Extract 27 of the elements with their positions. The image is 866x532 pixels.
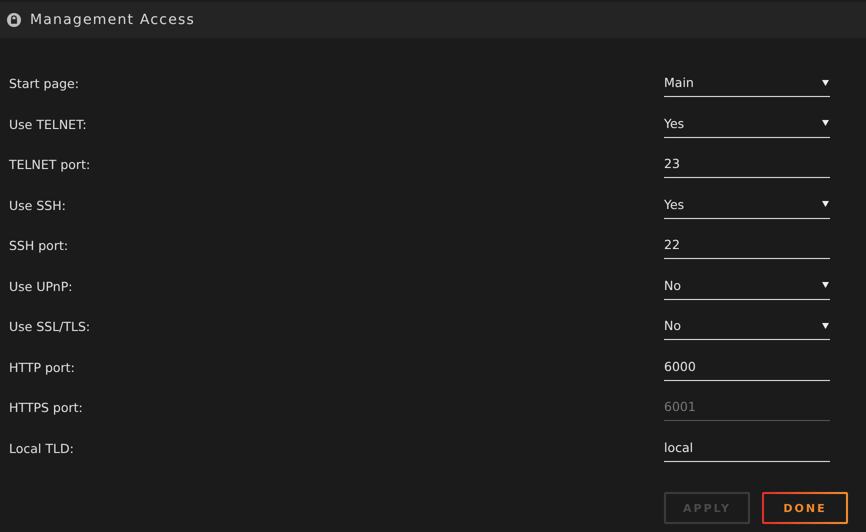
input-field[interactable]: 23	[664, 150, 830, 178]
input-field[interactable]: local	[664, 434, 830, 462]
dropdown[interactable]: Yes	[664, 110, 830, 138]
field-label: Use UPnP:	[9, 278, 72, 294]
input-field[interactable]: 22	[664, 231, 830, 259]
field-label: Use SSH:	[9, 198, 66, 212]
field-label: SSH port:	[9, 238, 68, 253]
dropdown[interactable]: No	[664, 272, 830, 300]
field-label: HTTPS port:	[9, 400, 83, 415]
field-label: Local TLD:	[9, 440, 74, 456]
field-label: HTTP port:	[9, 360, 75, 374]
dropdown[interactable]: Main	[664, 69, 830, 97]
caret-icon	[822, 282, 829, 288]
panel-title: Management Access	[30, 12, 196, 28]
field-label: Use SSL/TLS:	[9, 319, 90, 334]
done-button[interactable]: DONE	[762, 492, 848, 524]
lock-icon	[7, 13, 21, 27]
caret-icon	[822, 120, 829, 126]
caret-icon	[822, 201, 829, 207]
caret-icon	[822, 322, 829, 328]
field-label: Start page:	[9, 76, 79, 91]
dropdown[interactable]: Yes	[664, 190, 830, 218]
dropdown[interactable]: No	[664, 312, 830, 340]
field-label: Use TELNET:	[9, 116, 87, 132]
input-field[interactable]: 6000	[664, 352, 830, 380]
caret-icon	[822, 80, 829, 86]
field-label: TELNET port:	[9, 157, 90, 172]
